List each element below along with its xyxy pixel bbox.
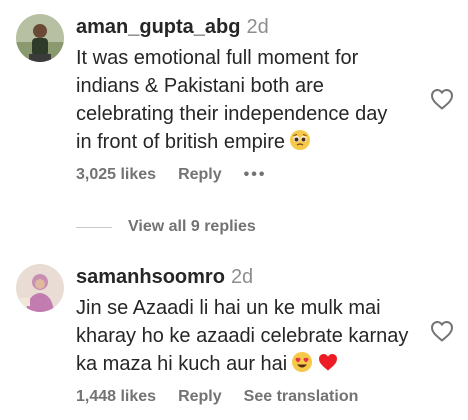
avatar[interactable] [16,264,64,312]
timestamp[interactable]: 2d [231,266,253,288]
username[interactable]: samanhsoomro [76,266,225,288]
username[interactable]: aman_gupta_abg [76,16,240,38]
avatar-photo [16,14,64,62]
red-heart-emoji [317,351,339,373]
comment-line: indians & Pakistani both are [76,75,324,97]
like-heart-outline-icon[interactable] [430,320,454,342]
reply-button[interactable]: Reply [178,388,222,405]
view-replies-label: View all 9 replies [128,218,256,235]
comment-line: celebrating their independence day [76,103,388,125]
comment-line-last: in front of british empire [76,128,406,156]
comment-line: It was emotional full moment for [76,47,359,69]
view-replies-button[interactable]: View all 9 replies [76,216,256,238]
like-heart-outline-icon[interactable] [430,88,454,110]
timestamp[interactable]: 2d [246,16,268,38]
comment-line-last: ka maza hi kuch aur hai [76,350,406,378]
comment-actions: 1,448 likes Reply See translation [76,388,380,406]
comment-actions: 3,025 likes Reply ••• [76,166,288,184]
comment-header: aman_gupta_abg 2d [76,16,269,39]
pleading-face-emoji [289,129,311,151]
comment-line: in front of british empire [76,131,285,153]
avatar[interactable] [16,14,64,62]
divider-line [76,226,112,228]
avatar-photo [16,264,64,312]
more-options-icon[interactable]: ••• [244,166,267,183]
comment-header: samanhsoomro 2d [76,266,253,289]
heart-eyes-emoji [291,351,313,373]
comment-line: Jin se Azaadi li hai un ke mulk mai [76,297,381,319]
comment-text: Jin se Azaadi li hai un ke mulk mai khar… [76,294,409,378]
comment-line: kharay ho ke azaadi celebrate karnay [76,325,409,347]
reply-button[interactable]: Reply [178,166,222,183]
see-translation-button[interactable]: See translation [244,388,359,405]
comment-text: It was emotional full moment for indians… [76,44,406,156]
comment-line: ka maza hi kuch aur hai [76,353,288,375]
likes-count[interactable]: 1,448 likes [76,388,156,405]
likes-count[interactable]: 3,025 likes [76,166,156,183]
